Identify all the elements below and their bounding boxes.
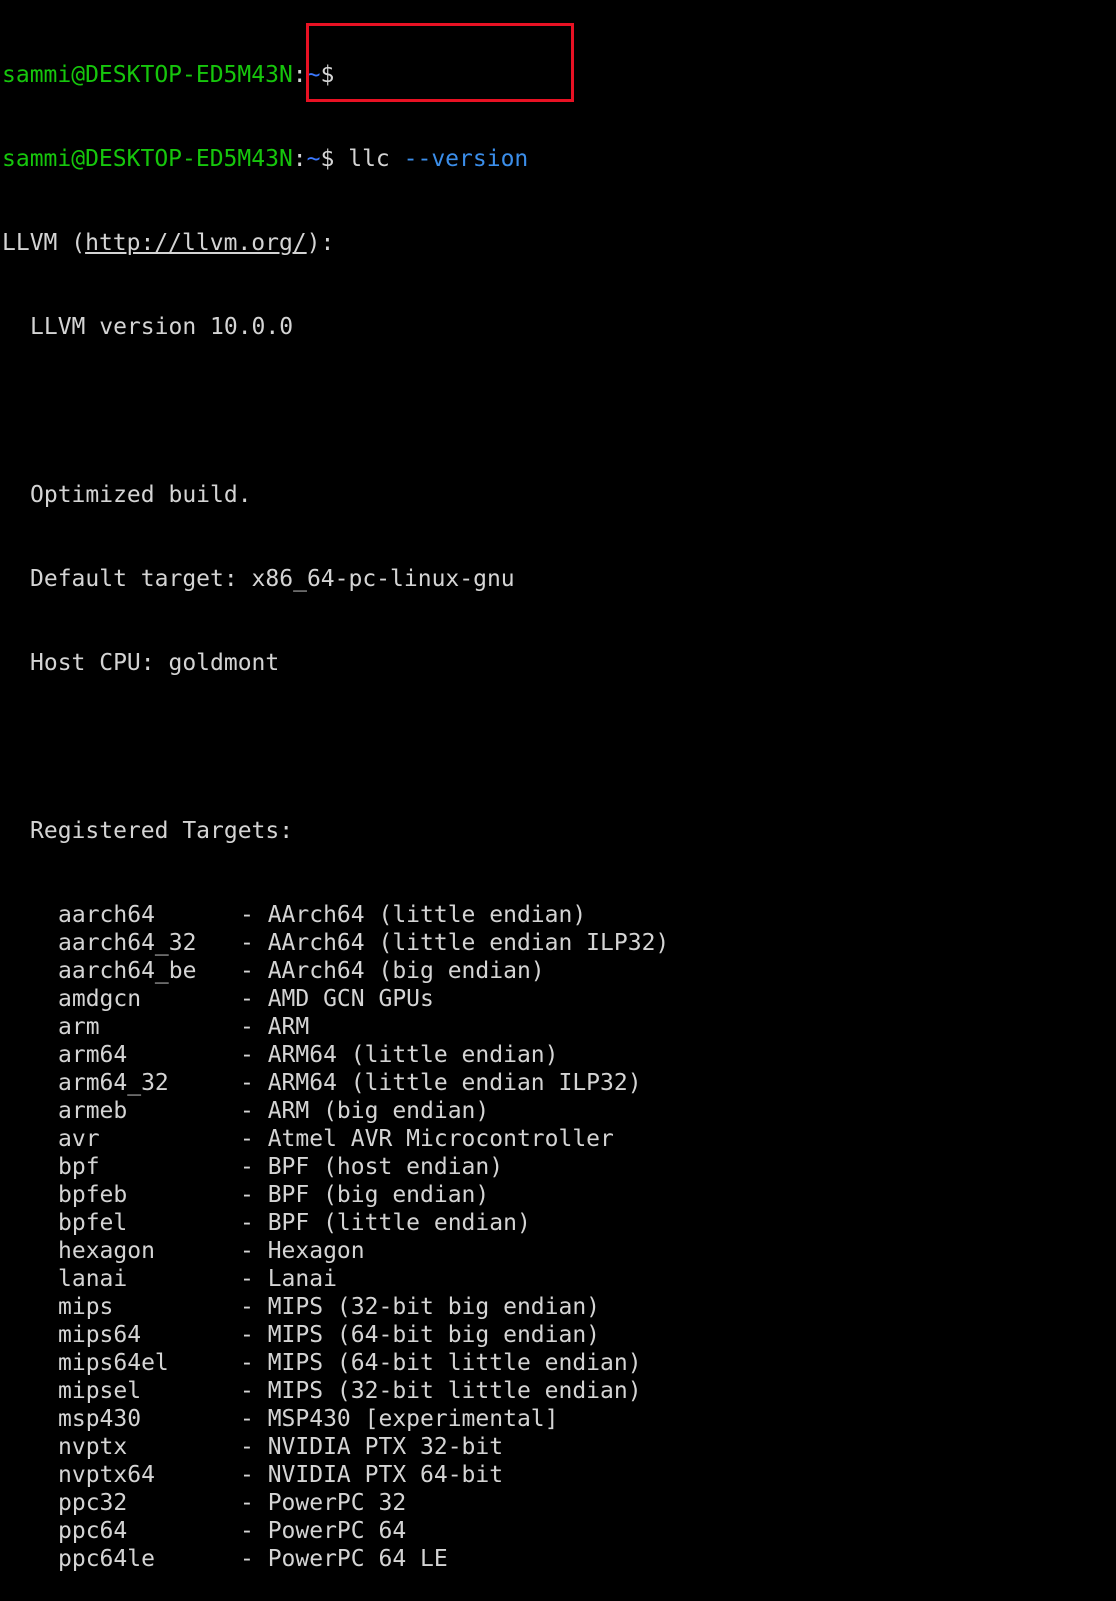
target-row: arm - ARM	[2, 1013, 1114, 1041]
prompt-symbol: $	[320, 62, 335, 88]
target-row: ppc64le - PowerPC 64 LE	[2, 1545, 1114, 1573]
target-description: - ARM64 (little endian ILP32)	[240, 1070, 642, 1096]
target-name: bpfeb	[58, 1182, 128, 1208]
target-name: avr	[58, 1126, 100, 1152]
default-target-line: Default target: x86_64-pc-linux-gnu	[30, 566, 515, 592]
target-name: armeb	[58, 1098, 128, 1124]
target-name: bpf	[58, 1154, 100, 1180]
target-row: bpfeb - BPF (big endian)	[2, 1181, 1114, 1209]
target-row: lanai - Lanai	[2, 1265, 1114, 1293]
target-description: - PowerPC 32	[240, 1490, 407, 1516]
target-row: aarch64 - AArch64 (little endian)	[2, 901, 1114, 929]
target-description: - BPF (little endian)	[240, 1210, 531, 1236]
target-name: mips	[58, 1294, 114, 1320]
target-row: mips64 - MIPS (64-bit big endian)	[2, 1321, 1114, 1349]
target-description: - ARM	[240, 1014, 310, 1040]
target-row: ppc64 - PowerPC 64	[2, 1517, 1114, 1545]
target-row: aarch64_be - AArch64 (big endian)	[2, 957, 1114, 985]
target-description: - BPF (big endian)	[240, 1182, 490, 1208]
target-description: - Hexagon	[240, 1238, 365, 1264]
target-name: aarch64_be	[58, 958, 197, 984]
terminal-output[interactable]: sammi@DESKTOP-ED5M43N:~$ sammi@DESKTOP-E…	[2, 5, 1114, 1601]
target-description: - MIPS (32-bit big endian)	[240, 1294, 601, 1320]
target-row: hexagon - Hexagon	[2, 1237, 1114, 1265]
target-name: nvptx64	[58, 1462, 155, 1488]
command-flag: --version	[403, 146, 529, 172]
target-description: - ARM (big endian)	[240, 1098, 490, 1124]
prompt-path: ~	[306, 62, 321, 88]
target-name: ppc64	[58, 1518, 128, 1544]
target-name: amdgcn	[58, 986, 142, 1012]
target-description: - MIPS (32-bit little endian)	[240, 1378, 642, 1404]
version-line: LLVM version 10.0.0	[30, 314, 294, 340]
registered-targets-header: Registered Targets:	[30, 818, 294, 844]
targets-list: aarch64- AArch64 (little endian) aarch64_…	[2, 901, 1114, 1573]
target-row: mips64el - MIPS (64-bit little endian)	[2, 1349, 1114, 1377]
target-row: ppc32 - PowerPC 32	[2, 1489, 1114, 1517]
command-name: llc	[348, 146, 390, 172]
target-row: amdgcn - AMD GCN GPUs	[2, 985, 1114, 1013]
host-cpu-line: Host CPU: goldmont	[30, 650, 280, 676]
target-name: ppc64le	[58, 1546, 155, 1572]
prompt-colon: :	[292, 146, 307, 172]
target-row: arm64 - ARM64 (little endian)	[2, 1041, 1114, 1069]
target-description: - BPF (host endian)	[240, 1154, 504, 1180]
target-row: mips - MIPS (32-bit big endian)	[2, 1293, 1114, 1321]
target-description: - AArch64 (little endian ILP32)	[240, 930, 670, 956]
target-description: - NVIDIA PTX 32-bit	[240, 1434, 504, 1460]
target-description: - Atmel AVR Microcontroller	[240, 1126, 614, 1152]
target-row: avr - Atmel AVR Microcontroller	[2, 1125, 1114, 1153]
target-name: msp430	[58, 1406, 142, 1432]
target-name: arm64_32	[58, 1070, 169, 1096]
target-row: aarch64_32 - AArch64 (little endian ILP32…	[2, 929, 1114, 957]
target-description: - PowerPC 64 LE	[240, 1546, 448, 1572]
llvm-header-line: LLVM (http://llvm.org/):	[2, 229, 1114, 257]
target-row: bpf - BPF (host endian)	[2, 1153, 1114, 1181]
target-name: ppc32	[58, 1490, 128, 1516]
target-name: hexagon	[58, 1238, 155, 1264]
prompt-colon: :	[292, 62, 307, 88]
target-name: bpfel	[58, 1210, 128, 1236]
target-row: mipsel - MIPS (32-bit little endian)	[2, 1377, 1114, 1405]
prompt-symbol: $	[320, 146, 335, 172]
target-description: - MIPS (64-bit big endian)	[240, 1322, 601, 1348]
prompt-path: ~	[306, 146, 321, 172]
target-row: armeb - ARM (big endian)	[2, 1097, 1114, 1125]
prompt-line-1: sammi@DESKTOP-ED5M43N:~$	[2, 61, 1114, 89]
target-description: - PowerPC 64	[240, 1518, 407, 1544]
target-name: arm64	[58, 1042, 128, 1068]
target-row: nvptx64 - NVIDIA PTX 64-bit	[2, 1461, 1114, 1489]
prompt-line-2: sammi@DESKTOP-ED5M43N:~$ llc --version	[2, 145, 1114, 173]
target-description: - MIPS (64-bit little endian)	[240, 1350, 642, 1376]
target-name: arm	[58, 1014, 100, 1040]
target-description: - Lanai	[240, 1266, 337, 1292]
target-description: - AArch64 (big endian)	[240, 958, 545, 984]
target-description: - MSP430 [experimental]	[240, 1406, 559, 1432]
target-row: msp430 - MSP430 [experimental]	[2, 1405, 1114, 1433]
target-description: - NVIDIA PTX 64-bit	[240, 1462, 504, 1488]
target-name: aarch64	[58, 902, 155, 928]
target-row: arm64_32 - ARM64 (little endian ILP32)	[2, 1069, 1114, 1097]
target-name: lanai	[58, 1266, 128, 1292]
build-line: Optimized build.	[30, 482, 252, 508]
target-name: aarch64_32	[58, 930, 197, 956]
llvm-url-link[interactable]: http://llvm.org/	[85, 230, 307, 256]
target-name: mips64	[58, 1322, 142, 1348]
target-description: - ARM64 (little endian)	[240, 1042, 559, 1068]
target-name: mips64el	[58, 1350, 169, 1376]
llvm-prefix: LLVM (	[2, 230, 86, 256]
target-description: - AArch64 (little endian)	[240, 902, 587, 928]
target-name: mipsel	[58, 1378, 142, 1404]
target-row: nvptx - NVIDIA PTX 32-bit	[2, 1433, 1114, 1461]
prompt-user-host: sammi@DESKTOP-ED5M43N	[2, 62, 293, 88]
llvm-suffix: ):	[306, 230, 335, 256]
prompt-user-host: sammi@DESKTOP-ED5M43N	[2, 146, 293, 172]
target-row: bpfel - BPF (little endian)	[2, 1209, 1114, 1237]
target-name: nvptx	[58, 1434, 128, 1460]
target-description: - AMD GCN GPUs	[240, 986, 434, 1012]
